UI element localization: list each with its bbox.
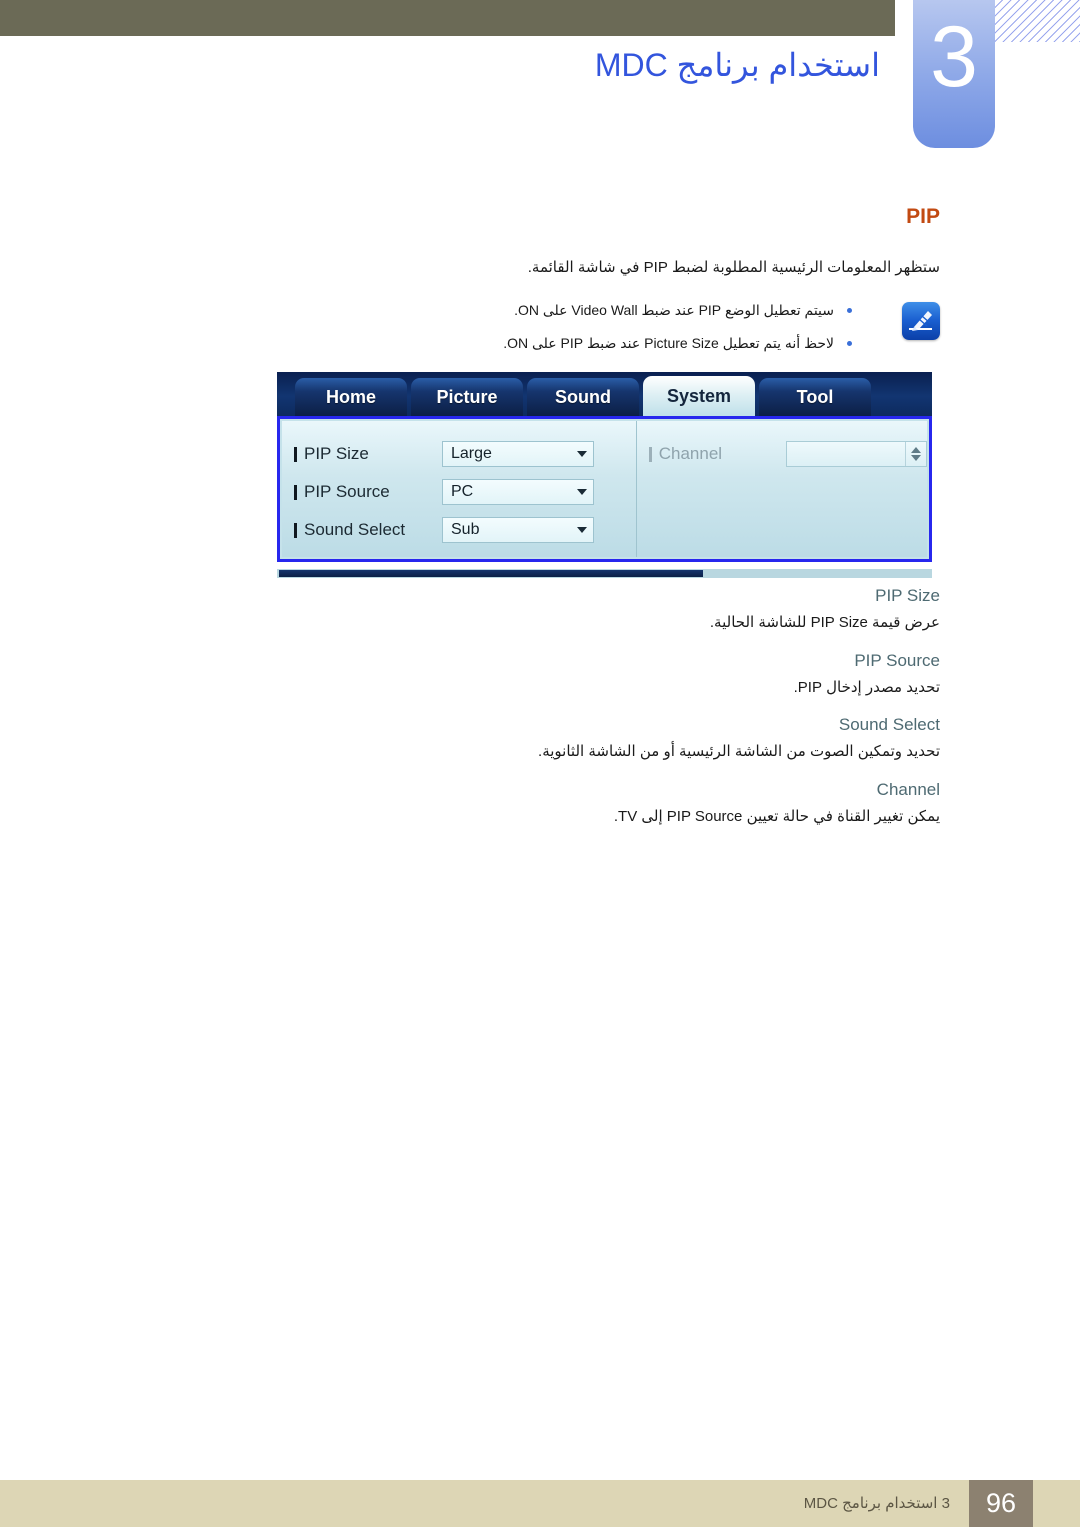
field-row-channel: Channel <box>637 435 927 473</box>
desc-term-sound-select: Sound Select <box>838 715 940 734</box>
footer-page-number: 96 <box>969 1480 1033 1527</box>
tab-picture[interactable]: Picture <box>411 378 523 416</box>
mdc-panel: PIP Size Large PIP Source PC Sound Selec… <box>277 416 932 562</box>
note-item: لاحظ أنه يتم تعطيل Picture Size عند ضبط … <box>140 333 856 354</box>
dropdown-sound-select-value: Sub <box>451 521 480 538</box>
note-pen-icon <box>902 301 940 340</box>
horizontal-scrollbar[interactable] <box>277 569 932 578</box>
description-list: PIP Size عرض قيمة PIP Size للشاشة الحالي… <box>140 586 940 844</box>
spinner-channel[interactable] <box>786 441 927 467</box>
dropdown-pip-size-value: Large <box>451 445 492 462</box>
desc-text-pip-size: عرض قيمة PIP Size للشاشة الحالية. <box>709 614 940 631</box>
spinner-up-icon[interactable] <box>911 447 921 453</box>
mdc-tab-bar: Home Picture Sound System Tool <box>277 372 932 416</box>
label-channel: Channel <box>648 444 787 464</box>
spinner-down-icon[interactable] <box>911 455 921 461</box>
tab-tool[interactable]: Tool <box>759 378 871 416</box>
dropdown-pip-size[interactable]: Large <box>442 441 594 467</box>
section-heading: PIP <box>906 205 940 228</box>
tab-system[interactable]: System <box>643 376 755 416</box>
desc-term-pip-source: PIP Source <box>854 650 940 670</box>
tab-home[interactable]: Home <box>295 378 407 416</box>
page-title: استخدام برنامج MDC <box>594 47 880 83</box>
label-sound-select: Sound Select <box>294 520 442 540</box>
note-item: سيتم تعطيل الوضع PIP عند ضبط Video Wall … <box>140 300 856 321</box>
footer-chapter-text: 3 استخدام برنامج MDC <box>803 1495 950 1512</box>
chapter-number: 3 <box>930 9 978 105</box>
section-intro-text: ستظهر المعلومات الرئيسية المطلوبة لضبط P… <box>527 259 940 276</box>
footer-bar: 3 استخدام برنامج MDC 96 <box>0 1480 1080 1527</box>
desc-text-channel: يمكن تغيير القناة في حالة تعيين PIP Sour… <box>613 807 940 825</box>
label-pip-size: PIP Size <box>294 444 442 464</box>
chevron-down-icon <box>577 489 587 495</box>
desc-term-channel: Channel <box>876 779 940 799</box>
field-row-pip-size: PIP Size Large <box>282 435 636 473</box>
dropdown-sound-select[interactable]: Sub <box>442 517 594 543</box>
desc-text-pip-source: تحديد مصدر إدخال PIP. <box>793 678 940 696</box>
dropdown-pip-source-value: PC <box>451 483 474 500</box>
field-row-pip-source: PIP Source PC <box>282 473 636 511</box>
desc-text-sound-select: تحديد وتمكين الصوت من الشاشة الرئيسية أو… <box>538 743 940 760</box>
mdc-dialog-screenshot: Home Picture Sound System Tool PIP Size … <box>277 372 932 578</box>
header-bar <box>0 0 895 36</box>
mdc-left-column: PIP Size Large PIP Source PC Sound Selec… <box>282 421 637 557</box>
tab-sound[interactable]: Sound <box>527 378 639 416</box>
main-content: PIP ستظهر المعلومات الرئيسية المطلوبة لض… <box>140 205 940 372</box>
note-block: سيتم تعطيل الوضع PIP عند ضبط Video Wall … <box>140 300 940 354</box>
chevron-down-icon <box>577 451 587 457</box>
dropdown-pip-source[interactable]: PC <box>442 479 594 505</box>
decorative-hatch-pattern <box>995 0 1080 42</box>
chapter-badge: 3 <box>913 0 995 148</box>
chevron-down-icon <box>577 527 587 533</box>
label-pip-source: PIP Source <box>294 482 442 502</box>
mdc-right-column: Channel <box>637 421 927 557</box>
spinner-channel-buttons[interactable] <box>905 442 926 466</box>
field-row-sound-select: Sound Select Sub <box>282 511 636 549</box>
scrollbar-thumb[interactable] <box>279 570 703 577</box>
desc-term-pip-size: PIP Size <box>875 586 940 605</box>
